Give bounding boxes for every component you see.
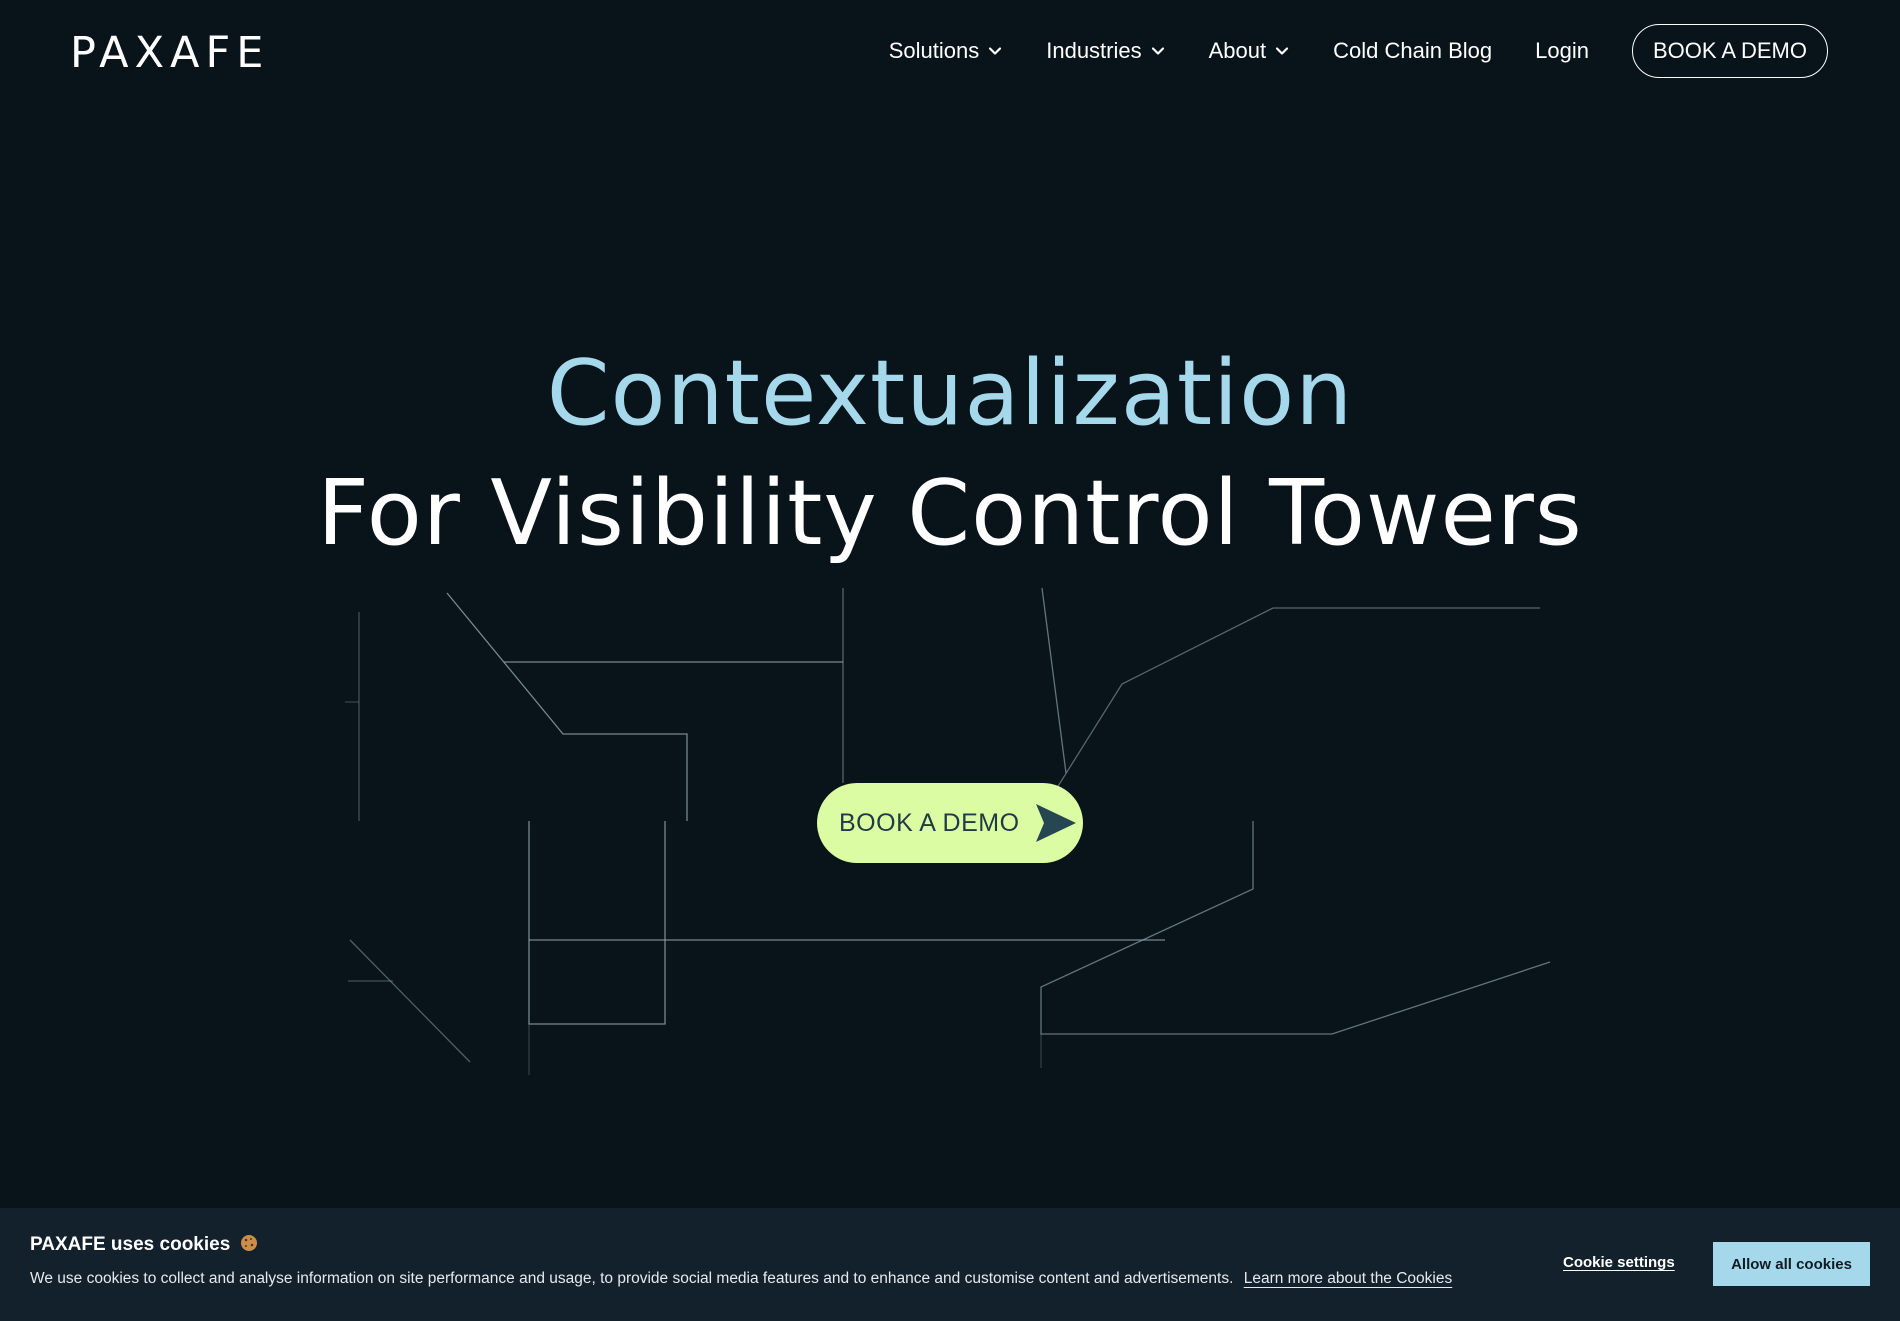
line-upper-right-path (1054, 607, 1540, 792)
cookie-banner: PAXAFE uses cookies We use cookies to co… (0, 1208, 1900, 1321)
nav-item-label: About (1208, 38, 1267, 63)
nav-item-about[interactable]: About (1209, 38, 1291, 64)
line-box (528, 821, 666, 1025)
cookie-title-text: PAXAFE uses cookies (30, 1234, 231, 1255)
top-navigation: PAXAFE Solutions Industries About Cold C… (0, 0, 1900, 100)
chevron-down-icon (987, 43, 1003, 59)
cookie-icon (240, 1234, 258, 1252)
cookie-body: We use cookies to collect and analyse in… (30, 1270, 1234, 1287)
nav-item-solutions[interactable]: Solutions (889, 38, 1004, 64)
nav-item-label: Login (1535, 38, 1589, 63)
nav-item-label: Solutions (888, 38, 980, 63)
nav-item-industries[interactable]: Industries (1046, 38, 1165, 64)
line-upper-right-slant (1041, 587, 1067, 774)
allow-all-cookies-button[interactable]: Allow all cookies (1713, 1242, 1870, 1286)
paxafe-logo[interactable]: PAXAFE (70, 28, 269, 78)
circuit-lines-decoration (345, 587, 1551, 1075)
hero-headline-accent: Contextualization (546, 341, 1354, 446)
learn-more-cookies-link[interactable]: Learn more about the Cookies (1244, 1270, 1453, 1287)
nav-item-label: Cold Chain Blog (1333, 38, 1493, 63)
nav-item-label: Industries (1046, 38, 1142, 63)
nav-links: Solutions Industries About Cold Chain Bl… (889, 24, 1828, 78)
nav-item-cold-chain-blog[interactable]: Cold Chain Blog (1333, 38, 1492, 64)
line-bottom-left-diagonal (349, 939, 471, 1063)
hero-book-demo-button[interactable]: BOOK A DEMO (817, 783, 1083, 863)
cookie-banner-title: PAXAFE uses cookies (30, 1234, 258, 1256)
line-lower-right-path (1040, 821, 1551, 1035)
chevron-down-icon (1150, 43, 1166, 59)
nav-book-demo-button[interactable]: BOOK A DEMO (1631, 24, 1828, 78)
hero-cta-label: BOOK A DEMO (839, 808, 1020, 837)
nav-item-login[interactable]: Login (1535, 38, 1589, 64)
chevron-down-icon (1274, 43, 1290, 59)
line-upper-left-step (446, 592, 688, 821)
cookie-settings-link[interactable]: Cookie settings (1563, 1254, 1675, 1271)
cookie-banner-text: We use cookies to collect and analyse in… (30, 1270, 1452, 1288)
arrow-right-icon (1034, 802, 1078, 844)
hero-headline: For Visibility Control Towers (317, 461, 1583, 566)
